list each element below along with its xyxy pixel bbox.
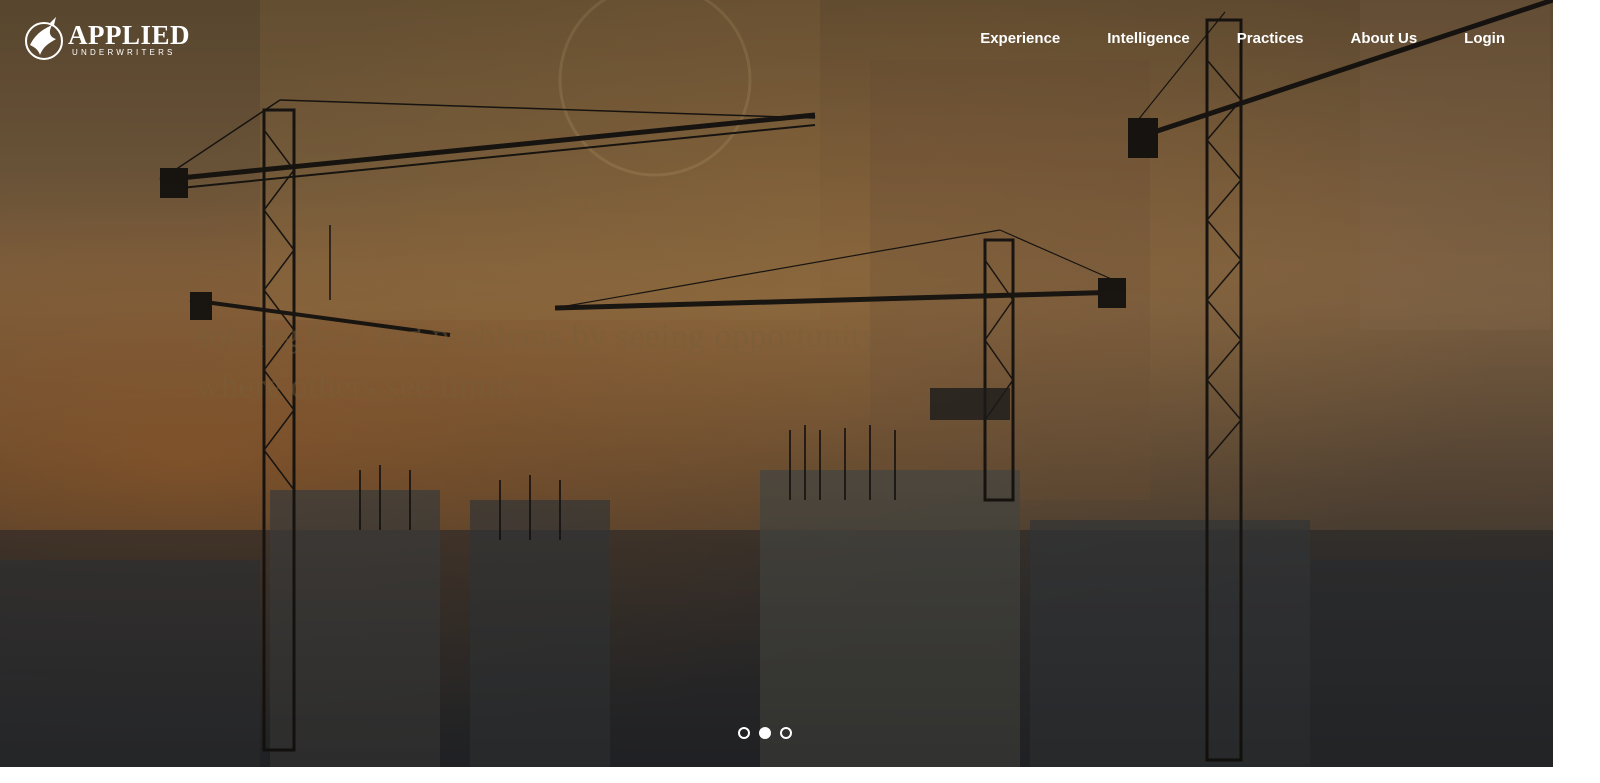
brand-logo-link[interactable]: APPLIED UNDERWRITERS — [22, 14, 190, 64]
brand-wordmark: APPLIED UNDERWRITERS — [68, 19, 191, 57]
carousel-dot-2[interactable] — [759, 727, 771, 739]
nav-practices[interactable]: Practices — [1237, 29, 1304, 49]
nav-intelligence[interactable]: Intelligence — [1107, 29, 1190, 49]
carousel-dot-3[interactable] — [780, 727, 792, 739]
carousel-dots — [738, 727, 801, 739]
brand-name: APPLIED — [68, 19, 191, 50]
page-right-edge — [1553, 0, 1600, 783]
nav-about-us[interactable]: About Us — [1351, 29, 1418, 49]
brand-subtitle: UNDERWRITERS — [72, 47, 176, 57]
eagle-emblem-icon — [25, 17, 63, 60]
page-bottom-edge — [0, 767, 1553, 783]
carousel-dot-1[interactable] — [738, 727, 750, 739]
nav-experience[interactable]: Experience — [980, 29, 1060, 49]
main-nav: Experience Intelligence Practices About … — [933, 29, 1505, 49]
hero-section: solving fear and problems by seeing oppo… — [0, 0, 1553, 767]
nav-login[interactable]: Login — [1464, 29, 1505, 49]
hero-faded-caption: solving fear and problems by seeing oppo… — [196, 318, 879, 405]
